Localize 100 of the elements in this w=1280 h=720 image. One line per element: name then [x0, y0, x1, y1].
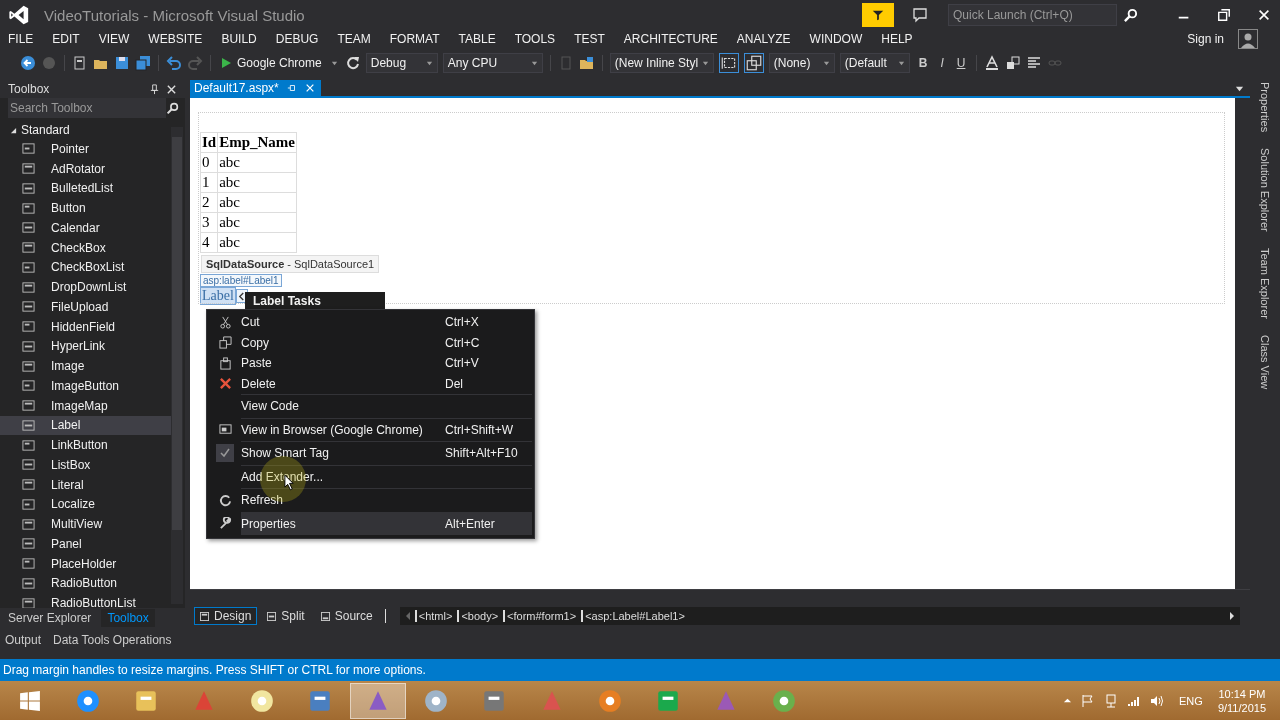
start-debugging-button[interactable]: Google Chrome	[218, 56, 340, 70]
panel-tab[interactable]: Output	[2, 633, 45, 647]
control-list-item[interactable]: DropDownList	[0, 277, 171, 297]
clock-date[interactable]: 9/11/2015	[1217, 700, 1266, 715]
control-list-item[interactable]: HyperLink	[0, 336, 171, 357]
scrollbar[interactable]	[171, 127, 183, 604]
control-list-item[interactable]: ListBox	[0, 455, 171, 475]
control-list-item[interactable]: Label	[0, 415, 171, 436]
font-dropdown[interactable]: (Default	[839, 53, 910, 73]
control-list-item[interactable]: Image	[0, 356, 171, 376]
style-dropdown[interactable]: (New Inline Styl	[609, 53, 714, 73]
side-tab[interactable]: Class View	[1259, 334, 1271, 390]
menu-item[interactable]: Paste Ctrl+V	[209, 353, 532, 374]
control-list-item[interactable]: PlaceHolder	[0, 553, 171, 574]
control-list-item[interactable]: CheckBoxList	[0, 257, 171, 278]
menu-item[interactable]: DEBUG	[269, 32, 325, 46]
view-tab[interactable]: Design	[194, 607, 258, 625]
menu-item[interactable]: Cut Ctrl+X	[209, 312, 532, 333]
breadcrumb[interactable]: <body>	[457, 610, 501, 622]
save-icon[interactable]	[114, 55, 130, 71]
search-field[interactable]: Search Toolbox	[8, 98, 166, 118]
menu-item[interactable]: Show Smart Tag Shift+Alt+F10	[241, 441, 532, 465]
control-list-item[interactable]: LinkButton	[0, 435, 171, 455]
save-all-icon[interactable]	[135, 55, 151, 71]
layers-icon[interactable]	[1005, 55, 1022, 71]
control-list-item[interactable]: BulletedList	[0, 178, 171, 199]
restore-icon[interactable]	[1217, 8, 1231, 22]
show-hidden-icons-icon[interactable]	[1063, 696, 1073, 705]
window-tab[interactable]: Server Explorer	[2, 609, 98, 627]
target-rule-dropdown[interactable]: (None)	[768, 53, 835, 73]
control-list-item[interactable]: HiddenField	[0, 316, 171, 337]
format-button[interactable]: I	[936, 56, 948, 70]
format-button[interactable]: B	[914, 56, 932, 70]
control-list-item[interactable]: ImageButton	[0, 376, 171, 396]
folder-icon[interactable]	[578, 55, 595, 71]
menu-item[interactable]: TOOLS	[508, 32, 562, 46]
platform-dropdown[interactable]: Any CPU	[442, 53, 543, 73]
menu-item[interactable]: ANALYZE	[730, 32, 797, 46]
control-list-item[interactable]: ImageMap	[0, 395, 171, 416]
undo-icon[interactable]	[166, 55, 182, 71]
menu-item[interactable]: TEAM	[331, 32, 377, 46]
configuration-dropdown[interactable]: Debug	[365, 53, 438, 73]
speech-bubble-icon[interactable]	[912, 7, 928, 23]
menu-item[interactable]: VIEW	[92, 32, 136, 46]
group-header[interactable]: Standard	[0, 121, 171, 139]
pin-icon[interactable]	[149, 83, 160, 95]
control-list-item[interactable]: Panel	[0, 534, 171, 554]
view-tab[interactable]: Split	[261, 607, 311, 625]
side-tab[interactable]: Solution Explorer	[1259, 148, 1271, 232]
control-list-item[interactable]: CheckBox	[0, 237, 171, 258]
sign-in-link[interactable]: Sign in	[1181, 32, 1230, 46]
font-color-icon[interactable]	[984, 55, 1001, 71]
menu-item[interactable]: Delete Del	[209, 373, 532, 394]
refresh-icon[interactable]	[344, 55, 361, 71]
control-list-item[interactable]: Button	[0, 198, 171, 218]
menu-item[interactable]: WINDOW	[803, 32, 869, 46]
scroll-right-icon[interactable]	[1228, 609, 1236, 623]
menu-item[interactable]: Refresh	[241, 488, 532, 512]
control-list-item[interactable]: MultiView	[0, 514, 171, 534]
control-list-item[interactable]: RadioButton	[0, 573, 171, 594]
menu-item[interactable]: View Code	[241, 394, 532, 418]
menu-item[interactable]: EDIT	[46, 32, 86, 46]
menu-item[interactable]: WEBSITE	[142, 32, 209, 46]
breadcrumb[interactable]: <form#form1>	[503, 610, 579, 622]
control-list-item[interactable]: RadioButtonList	[0, 593, 171, 608]
language-indicator[interactable]: ENG	[1179, 694, 1203, 707]
close-icon[interactable]	[166, 83, 177, 95]
menu-item[interactable]: FILE	[2, 32, 40, 46]
filter-button[interactable]	[862, 3, 894, 27]
panel-tab[interactable]: Data Tools Operations	[50, 633, 175, 647]
control-list-item[interactable]: Pointer	[0, 139, 171, 159]
overlap-icon[interactable]	[743, 53, 764, 73]
margin-icon[interactable]	[718, 53, 739, 73]
control-list-item[interactable]: Literal	[0, 474, 171, 495]
control-list-item[interactable]: AdRotator	[0, 158, 171, 179]
new-project-icon[interactable]	[72, 55, 88, 71]
user-silhouette-icon[interactable]	[1238, 29, 1258, 49]
breadcrumb[interactable]: <asp:Label#Label1>	[581, 610, 687, 622]
data-source-control[interactable]: SqlDataSource - SqlDataSource1	[201, 255, 380, 273]
menu-item[interactable]: TABLE	[452, 32, 502, 46]
control-list-item[interactable]: Calendar	[0, 218, 171, 238]
control-list-item[interactable]: FileUpload	[0, 297, 171, 317]
menu-item[interactable]: View in Browser (Google Chrome) Ctrl+Shift+W	[241, 417, 532, 441]
taskbar-button[interactable]	[350, 682, 406, 719]
menu-item[interactable]: BUILD	[215, 32, 263, 46]
control-list-item[interactable]: Localize	[0, 494, 171, 515]
align-icon[interactable]	[1026, 55, 1043, 71]
network-icon[interactable]	[1104, 693, 1119, 708]
quick-launch-field[interactable]: Quick Launch (Ctrl+Q)	[948, 4, 1117, 26]
menu-item[interactable]: HELP	[875, 32, 919, 46]
menu-item[interactable]: TEST	[568, 32, 611, 46]
format-button[interactable]: U	[952, 56, 970, 70]
window-tab[interactable]: Toolbox	[101, 609, 155, 627]
view-tab[interactable]: Source	[314, 607, 379, 625]
menu-item[interactable]: Copy Ctrl+C	[209, 332, 532, 353]
breadcrumb[interactable]: <html>	[414, 610, 455, 622]
volume-icon[interactable]	[1150, 693, 1165, 708]
side-tab[interactable]: Team Explorer	[1259, 247, 1271, 319]
clock-time[interactable]: 10:14 PM	[1218, 686, 1266, 701]
menu-item[interactable]: ARCHITECTURE	[617, 32, 724, 46]
